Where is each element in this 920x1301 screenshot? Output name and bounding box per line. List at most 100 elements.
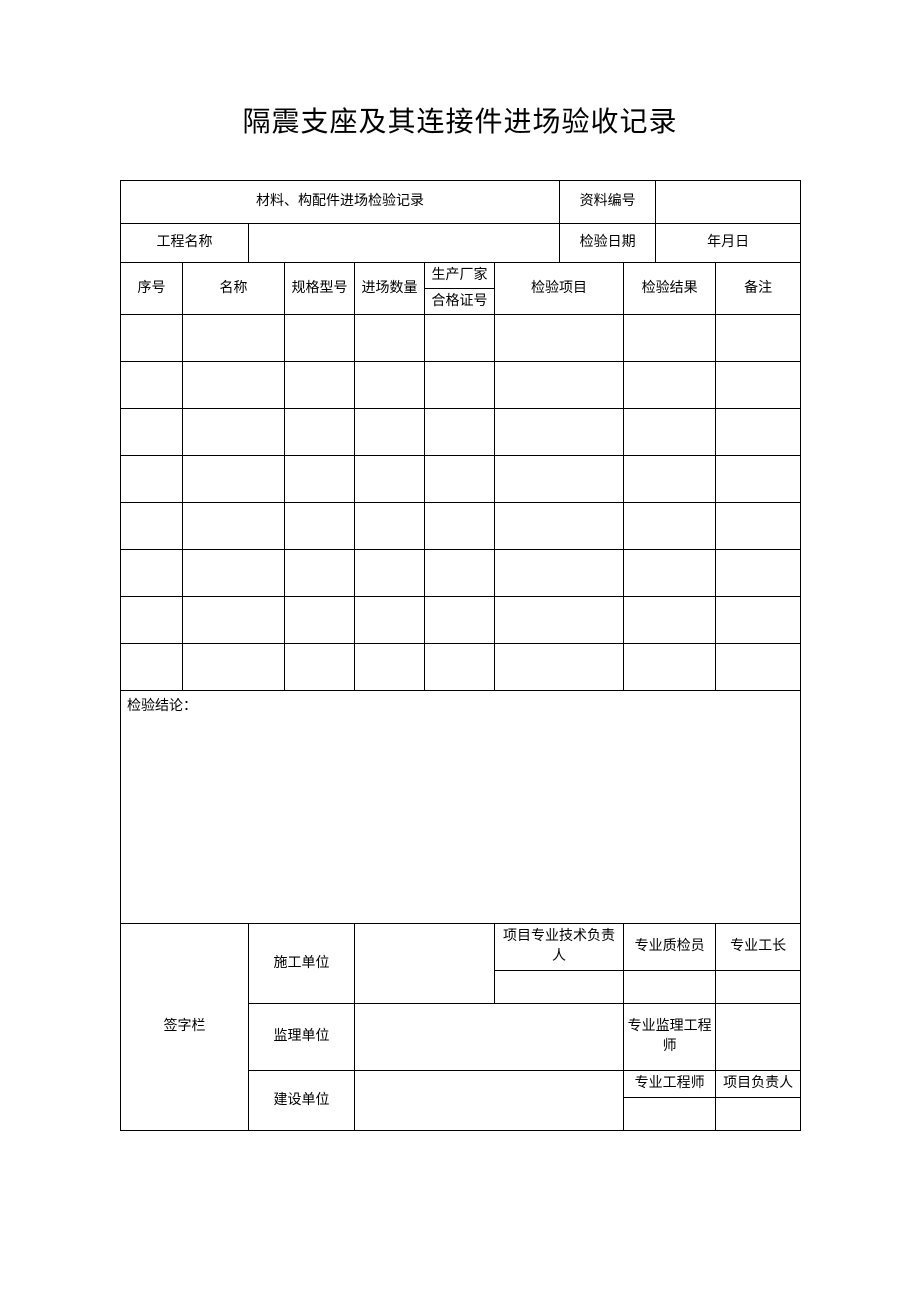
table-cell — [495, 456, 624, 503]
table-cell — [121, 597, 183, 644]
supervision-unit-blank — [355, 1004, 624, 1071]
tech-lead-label: 项目专业技术负责人 — [495, 924, 624, 971]
table-cell — [716, 315, 801, 362]
table-cell — [716, 456, 801, 503]
record-title: 材料、构配件进场检验记录 — [121, 181, 560, 224]
supervision-engineer-value — [716, 1004, 801, 1071]
conclusion-cell: 检验结论： — [121, 691, 801, 924]
qc-inspector-label: 专业质检员 — [624, 924, 716, 971]
table-cell — [495, 503, 624, 550]
table-cell — [495, 315, 624, 362]
doc-number-value — [656, 181, 801, 224]
table-cell — [285, 550, 355, 597]
doc-number-label: 资料编号 — [560, 181, 656, 224]
table-cell — [425, 503, 495, 550]
supervision-engineer-label: 专业监理工程师 — [624, 1004, 716, 1071]
table-cell — [285, 456, 355, 503]
table-cell — [716, 409, 801, 456]
check-date-value: 年月日 — [656, 224, 801, 263]
table-cell — [624, 315, 716, 362]
col-mfr: 生产厂家 — [425, 263, 495, 289]
table-cell — [183, 315, 285, 362]
owner-unit-label: 建设单位 — [249, 1071, 355, 1131]
table-cell — [425, 315, 495, 362]
table-cell — [425, 362, 495, 409]
table-cell — [716, 644, 801, 691]
table-cell — [495, 362, 624, 409]
table-cell — [425, 409, 495, 456]
table-cell — [495, 409, 624, 456]
table-cell — [716, 597, 801, 644]
table-cell — [495, 550, 624, 597]
col-item: 检验项目 — [495, 263, 624, 315]
table-cell — [425, 597, 495, 644]
table-cell — [716, 362, 801, 409]
table-cell — [716, 550, 801, 597]
table-cell — [716, 503, 801, 550]
table-cell — [285, 409, 355, 456]
col-spec: 规格型号 — [285, 263, 355, 315]
col-seq: 序号 — [121, 263, 183, 315]
col-qty: 进场数量 — [355, 263, 425, 315]
table-cell — [285, 362, 355, 409]
col-remark: 备注 — [716, 263, 801, 315]
table-cell — [121, 644, 183, 691]
table-cell — [355, 597, 425, 644]
table-cell — [285, 315, 355, 362]
pro-engineer-label: 专业工程师 — [624, 1071, 716, 1098]
col-result: 检验结果 — [624, 263, 716, 315]
table-cell — [183, 409, 285, 456]
table-cell — [183, 362, 285, 409]
table-cell — [121, 315, 183, 362]
table-cell — [425, 644, 495, 691]
tech-lead-value — [495, 971, 624, 1004]
supervision-unit-label: 监理单位 — [249, 1004, 355, 1071]
table-cell — [285, 644, 355, 691]
page-title: 隔震支座及其连接件进场验收记录 — [120, 100, 800, 140]
table-cell — [355, 315, 425, 362]
table-cell — [624, 597, 716, 644]
table-cell — [183, 503, 285, 550]
table-cell — [355, 503, 425, 550]
construction-unit-label: 施工单位 — [249, 924, 355, 1004]
table-cell — [624, 456, 716, 503]
conclusion-label: 检验结论： — [127, 699, 197, 714]
table-cell — [285, 597, 355, 644]
foreman-label: 专业工长 — [716, 924, 801, 971]
table-cell — [355, 550, 425, 597]
table-cell — [624, 644, 716, 691]
check-date-label: 检验日期 — [560, 224, 656, 263]
project-lead-label: 项目负责人 — [716, 1071, 801, 1098]
table-cell — [183, 550, 285, 597]
col-name: 名称 — [183, 263, 285, 315]
table-cell — [624, 550, 716, 597]
table-cell — [183, 644, 285, 691]
table-cell — [355, 409, 425, 456]
signature-section-label: 签字栏 — [121, 924, 249, 1131]
table-cell — [355, 456, 425, 503]
table-cell — [121, 409, 183, 456]
project-name-label: 工程名称 — [121, 224, 249, 263]
table-cell — [121, 503, 183, 550]
inspection-form: 材料、构配件进场检验记录 资料编号 工程名称 检验日期 年月日 序号 名称 规格… — [120, 180, 801, 1131]
table-cell — [624, 362, 716, 409]
table-cell — [355, 362, 425, 409]
col-cert: 合格证号 — [425, 289, 495, 315]
table-cell — [425, 456, 495, 503]
table-cell — [183, 456, 285, 503]
table-cell — [624, 409, 716, 456]
table-cell — [121, 456, 183, 503]
project-lead-value — [716, 1098, 801, 1131]
project-name-value — [249, 224, 560, 263]
construction-unit-blank — [355, 924, 495, 1004]
owner-unit-blank — [355, 1071, 624, 1131]
table-cell — [285, 503, 355, 550]
table-cell — [121, 362, 183, 409]
table-cell — [495, 644, 624, 691]
pro-engineer-value — [624, 1098, 716, 1131]
qc-inspector-value — [624, 971, 716, 1004]
table-cell — [624, 503, 716, 550]
table-cell — [183, 597, 285, 644]
foreman-value — [716, 971, 801, 1004]
table-cell — [495, 597, 624, 644]
